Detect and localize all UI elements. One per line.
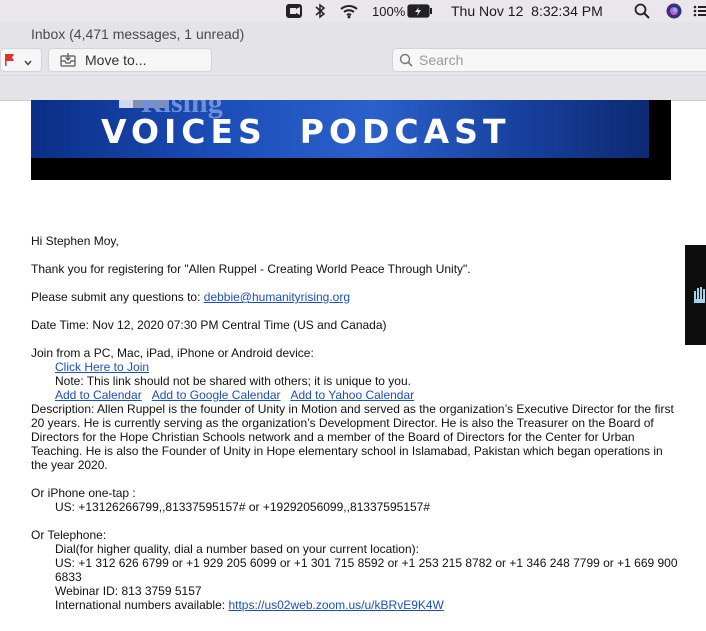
telephone-heading: Or Telephone:: [31, 528, 107, 542]
move-to-tray-icon: [60, 53, 76, 67]
questions-line: Please submit any questions to: debbie@h…: [31, 290, 681, 304]
toolbar-divider: [0, 75, 706, 76]
join-link[interactable]: Click Here to Join: [55, 360, 149, 374]
join-line: Join from a PC, Mac, iPad, iPhone or And…: [31, 346, 314, 360]
thanks-line: Thank you for registering for "Allen Rup…: [31, 262, 471, 276]
dial-note: Dial(for higher quality, dial a number b…: [55, 542, 419, 556]
control-strip-icon[interactable]: [693, 2, 706, 20]
datetime-line: Date Time: Nov 12, 2020 07:30 PM Central…: [31, 318, 387, 332]
description: Description: Allen Ruppel is the founder…: [31, 402, 674, 472]
chevron-down-icon[interactable]: [23, 55, 33, 73]
add-to-google-calendar-link[interactable]: Add to Google Calendar: [152, 388, 281, 402]
us-numbers: US: +1 312 626 6799 or +1 929 205 6099 o…: [55, 556, 678, 584]
bluetooth-icon[interactable]: [314, 2, 326, 20]
wifi-icon[interactable]: [339, 2, 359, 20]
move-to-label: Move to...: [85, 52, 147, 68]
banner-background: Rising VOICES PODCAST: [31, 100, 649, 158]
siri-icon[interactable]: [666, 2, 682, 20]
search-field[interactable]: Search: [392, 48, 706, 72]
flag-icon: [4, 53, 14, 72]
greeting: Hi Stephen Moy,: [31, 234, 119, 248]
banner-title: VOICES PODCAST: [101, 112, 511, 151]
webinar-id: Webinar ID: 813 3759 5157: [55, 584, 202, 598]
battery-icon[interactable]: [407, 2, 433, 20]
mail-toolbar: Inbox (4,471 messages, 1 unread) Move to…: [0, 22, 706, 101]
window-title: Inbox (4,471 messages, 1 unread): [31, 26, 245, 42]
intl-numbers-link[interactable]: https://us02web.zoom.us/u/kBRvE9K4W: [228, 598, 443, 612]
iphone-numbers: US: +13126266799,,81337595157# or +19292…: [55, 500, 431, 514]
calendar-links: Add to Calendar Add to Google Calendar Add…: [31, 388, 681, 402]
intl-numbers-line: International numbers available: https:/…: [31, 598, 681, 612]
podcast-banner: Rising VOICES PODCAST: [31, 100, 671, 180]
move-to-button[interactable]: Move to...: [48, 48, 212, 72]
hand-icon: [693, 285, 705, 310]
note-line: Note: This link should not be shared wit…: [55, 374, 411, 388]
menu-bar: 100% Thu Nov 12 8:32:34 PM: [0, 0, 706, 22]
spotlight-search-icon[interactable]: [634, 2, 650, 20]
intl-prefix: International numbers available:: [55, 598, 229, 612]
email-body: Hi Stephen Moy, Thank you for registerin…: [31, 234, 681, 612]
add-to-calendar-link[interactable]: Add to Calendar: [55, 388, 142, 402]
battery-percent: 100%: [372, 3, 406, 19]
screen-record-icon[interactable]: [285, 2, 303, 20]
side-widget[interactable]: [685, 245, 706, 345]
menubar-clock[interactable]: Thu Nov 12 8:32:34 PM: [451, 2, 603, 20]
logo-square-light: [119, 100, 133, 108]
iphone-heading: Or iPhone one-tap :: [31, 486, 136, 500]
search-placeholder: Search: [419, 52, 464, 68]
questions-email-link[interactable]: debbie@humanityrising.org: [204, 290, 350, 304]
flag-button[interactable]: [0, 48, 42, 72]
add-to-yahoo-calendar-link[interactable]: Add to Yahoo Calendar: [291, 388, 415, 402]
questions-prefix: Please submit any questions to:: [31, 290, 204, 304]
search-icon: [399, 53, 413, 67]
